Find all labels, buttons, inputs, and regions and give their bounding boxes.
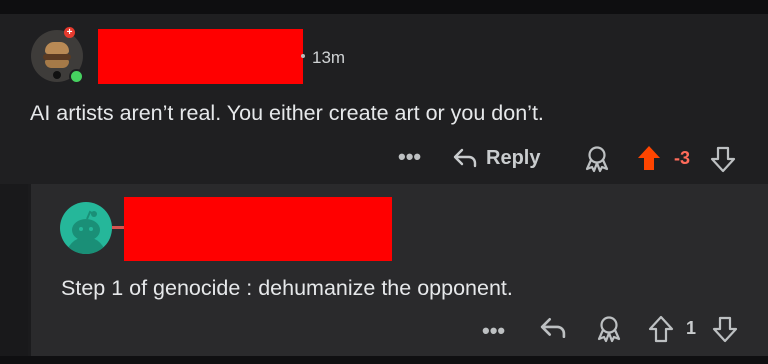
upvote-arrow-icon[interactable] — [636, 144, 662, 172]
separator-dot — [301, 54, 305, 58]
reply-score: 1 — [686, 318, 697, 338]
award-icon[interactable] — [596, 315, 622, 343]
reply-arrow-icon[interactable] — [538, 316, 568, 340]
more-options-icon[interactable]: ••• — [398, 146, 421, 168]
comment-age: 13m — [312, 48, 346, 67]
comment-text: AI artists aren’t real. You either creat… — [30, 101, 544, 125]
reply-button[interactable]: Reply — [452, 143, 540, 173]
redacted-username — [124, 197, 392, 261]
online-status-icon — [69, 69, 84, 84]
premium-badge: + — [64, 27, 75, 38]
award-icon[interactable] — [584, 145, 610, 173]
more-options-icon[interactable]: ••• — [482, 320, 505, 342]
downvote-arrow-icon[interactable] — [712, 315, 738, 343]
snoo-avatar[interactable] — [60, 202, 112, 254]
redacted-username — [98, 29, 303, 84]
reply-arrow-icon — [453, 148, 477, 168]
bottom-edge — [0, 356, 768, 364]
reply-text: Step 1 of genocide : dehumanize the oppo… — [61, 276, 513, 300]
comment-score: -3 — [674, 148, 691, 168]
downvote-arrow-icon[interactable] — [710, 145, 736, 173]
thread-line[interactable] — [28, 184, 31, 356]
upvote-arrow-icon[interactable] — [648, 315, 674, 343]
top-edge — [0, 0, 768, 14]
reply-label: Reply — [486, 146, 541, 169]
